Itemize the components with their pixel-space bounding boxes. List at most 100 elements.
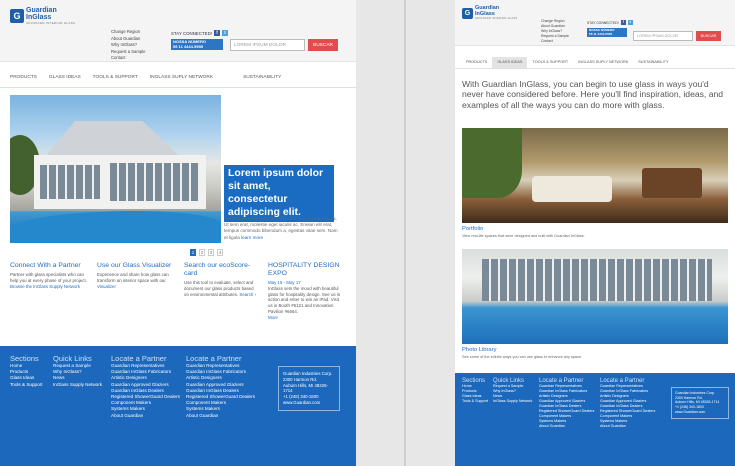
nav-sustainability[interactable]: Sustainability [633, 57, 673, 68]
hero-windows-left [40, 165, 100, 199]
feature-hospitality-title[interactable]: HOSPITALITY DESIGN EXPO [268, 262, 344, 278]
phone-number: 55 11 4444-5555 [173, 43, 204, 49]
top-link-request-sample[interactable]: Request a Sample [541, 34, 569, 38]
phone-badge: NOSSA NÚMERO 55 11 4444-5555 [587, 28, 627, 38]
feature-connect: Connect With a Partner Partner with glas… [10, 262, 88, 290]
top-link-request-sample[interactable]: Request a Sample [111, 49, 145, 54]
footer-link[interactable]: About Guardian [186, 413, 255, 419]
nav-glass-ideas[interactable]: Glass Ideas [492, 57, 528, 68]
nav-products[interactable]: Products [10, 75, 37, 87]
main-nav: Products Glass Ideas Tools & Support InG… [455, 57, 735, 69]
hero-learn-more-link[interactable]: learn more [241, 235, 263, 240]
footer-link[interactable]: About Guardian [600, 424, 655, 429]
top-link-change-region[interactable]: Change Region [111, 29, 145, 34]
footer-sections: Sections Home Products Glass Ideas Tools… [10, 354, 42, 388]
search-button[interactable]: BUSCAR [308, 39, 338, 51]
footer-link[interactable]: InGlass Supply Network [493, 399, 532, 404]
address-website-link[interactable]: www.Guardian.com [675, 410, 725, 415]
pager-page-1[interactable]: 1 [190, 249, 196, 256]
nav-products[interactable]: Products [461, 57, 492, 68]
feature-connect-title[interactable]: Connect With a Partner [10, 262, 88, 270]
twitter-icon[interactable]: t [221, 30, 228, 36]
mockup-divider [404, 0, 406, 466]
nav-sustainability[interactable]: Sustainability [243, 75, 281, 87]
phone-number: 55 11 4444-5555 [589, 31, 613, 36]
site-header: G Guardian InGlass Advanced Interior Gla… [455, 0, 735, 46]
top-link-about[interactable]: About Guardian [541, 24, 569, 28]
footer-link[interactable]: InGlass Supply Network [53, 382, 102, 388]
hero-pager: 1 2 3 4 [190, 249, 223, 256]
feature-hospitality-more-link[interactable]: More [268, 315, 344, 321]
footer-link[interactable]: About Guardian [111, 413, 180, 419]
site-logo[interactable]: G Guardian InGlass Advanced Interior Gla… [462, 5, 517, 20]
logo-mark-icon: G [10, 9, 24, 23]
footer-quick-links: Quick Links Request a Sample Why InGlass… [53, 354, 102, 388]
feature-visualizer-link[interactable]: Visualizer [97, 284, 116, 289]
homepage-mockup: G Guardian InGlass Advanced Interior Gla… [0, 0, 356, 466]
hero-windows-right [110, 163, 200, 201]
site-footer: Sections Home Products Glass Ideas Tools… [0, 346, 356, 466]
feature-ecoscore-title[interactable]: Search our ecoScore-card [184, 262, 259, 278]
brand-name-line1: Guardian [26, 7, 57, 14]
site-logo[interactable]: G Guardian InGlass Advanced Interior Gla… [10, 7, 75, 25]
portfolio-description: View real-life spaces that were designed… [462, 234, 585, 238]
top-link-contact[interactable]: Contact [111, 55, 145, 60]
search-button[interactable]: BUSCAR [696, 31, 721, 41]
top-link-change-region[interactable]: Change Region [541, 19, 569, 23]
pager-page-4[interactable]: 4 [217, 249, 223, 256]
stay-connected-label: STAY CONNECTED! [587, 20, 619, 25]
phone-badge: NOSSA NÚMERO 55 11 4444-5555 [171, 39, 223, 51]
footer-address: Guardian Industries Corp. 2300 Harmon Rd… [278, 366, 340, 411]
top-link-about[interactable]: About Guardian [111, 36, 145, 41]
nav-glass-ideas[interactable]: Glass Ideas [49, 75, 81, 87]
hero-headline: Lorem ipsum dolor sit amet, consectetur … [224, 165, 334, 222]
brand-name-line2: InGlass [26, 14, 52, 21]
top-link-why-inglass[interactable]: Why InGlass? [111, 42, 145, 47]
feature-ecoscore: Search our ecoScore-card Use this tool t… [184, 262, 259, 297]
footer-link[interactable]: Tools & Support [462, 399, 488, 404]
photo-library-title[interactable]: Photo Library [462, 347, 496, 353]
nav-tools-support[interactable]: Tools & Support [527, 57, 573, 68]
brand-tagline: Advanced Interior Glass [26, 21, 76, 25]
feature-hospitality: HOSPITALITY DESIGN EXPO May 15 - May 17 … [268, 262, 344, 321]
stay-connected: STAY CONNECTED! f t [171, 30, 228, 36]
top-link-contact[interactable]: Contact [541, 39, 569, 43]
feature-hospitality-text: InGlass sets the mood with beautiful gla… [268, 285, 341, 315]
footer-quick-links: Quick Links Request a Sample Why InGlass… [493, 378, 532, 404]
facebook-icon[interactable]: f [620, 20, 626, 25]
page-intro: With Guardian InGlass, you can begin to … [462, 79, 724, 110]
stay-connected-label: STAY CONNECTED! [171, 30, 212, 36]
feature-ecoscore-link[interactable]: Search › [239, 292, 256, 297]
search-input[interactable]: LOREM IPSUM DOLOR [633, 31, 693, 41]
top-link-why-inglass[interactable]: Why InGlass? [541, 29, 569, 33]
footer-locate1-title: Locate a Partner [111, 354, 167, 363]
portfolio-image[interactable] [462, 128, 728, 223]
photo-library-windows [482, 259, 712, 301]
feature-visualizer-title[interactable]: Use our Glass Visualizer [97, 262, 175, 270]
photo-library-image[interactable] [462, 249, 728, 344]
pager-page-3[interactable]: 3 [208, 249, 214, 256]
nav-supply-network[interactable]: InGlass Suply Network [150, 75, 213, 87]
nav-supply-network[interactable]: InGlass Suply Network [573, 57, 633, 68]
hero-image [10, 95, 221, 243]
footer-link[interactable]: About Guardian [539, 424, 594, 429]
portfolio-title[interactable]: Portfolio [462, 226, 483, 232]
footer-link[interactable]: Tools & Support [10, 382, 42, 388]
stay-connected: STAY CONNECTED! f t [587, 20, 633, 25]
portfolio-sofa [532, 176, 612, 202]
feature-connect-link[interactable]: Browse the InGlass Supply Network [10, 284, 80, 289]
footer-sections-title: Sections [10, 354, 39, 363]
twitter-icon[interactable]: t [627, 20, 633, 25]
footer-quick-title: Quick Links [53, 354, 92, 363]
pager-page-2[interactable]: 2 [199, 249, 205, 256]
address-website-link[interactable]: www.Guardian.com [283, 400, 335, 406]
feature-visualizer: Use our Glass Visualizer Experience and … [97, 262, 175, 290]
portfolio-chairs [642, 168, 702, 198]
footer-locate2-title: Locate a Partner [186, 354, 242, 363]
site-header: G Guardian InGlass Advanced Interior Gla… [0, 0, 356, 62]
nav-tools-support[interactable]: Tools & Support [93, 75, 138, 87]
footer-locate-partner-2: Locate a Partner Guardian Representative… [186, 354, 255, 419]
logo-mark-icon: G [462, 7, 473, 19]
search-input[interactable]: LOREM IPSUM DOLOR [230, 39, 305, 51]
facebook-icon[interactable]: f [213, 30, 220, 36]
